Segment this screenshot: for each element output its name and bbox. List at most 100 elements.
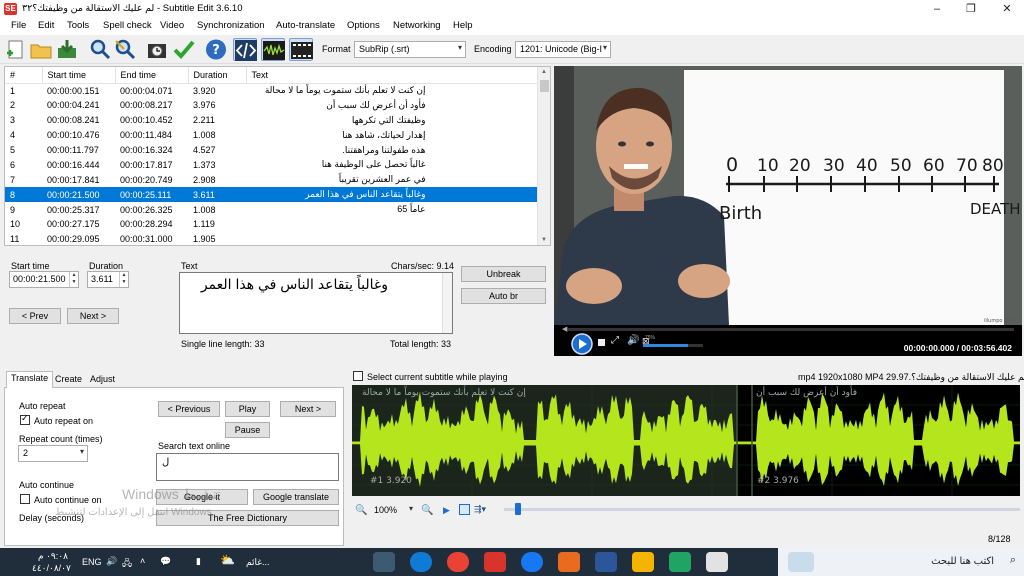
fullscreen-icon[interactable]: ⤢	[611, 335, 619, 346]
taskbar-app-icon[interactable]	[373, 552, 395, 572]
zoom-out-icon[interactable]: 🔍	[355, 505, 367, 516]
save-icon[interactable]	[55, 38, 79, 61]
battery-icon[interactable]: ▮	[196, 556, 201, 567]
menu-synchronization[interactable]: Synchronization	[197, 20, 265, 31]
column-text[interactable]: Text	[246, 67, 538, 84]
file-explorer-icon[interactable]	[632, 552, 654, 572]
grid-scrollbar-thumb[interactable]	[540, 80, 549, 92]
grid-view-icon[interactable]	[459, 504, 470, 515]
zoom-select[interactable]: 100% ▾	[370, 503, 416, 520]
taskbar-app-icon[interactable]	[706, 552, 728, 572]
table-row[interactable]: 3 00:00:08.241 00:00:10.452 2.211 وظيفتك الت…	[5, 113, 538, 128]
next-subtitle-button[interactable]: Next >	[280, 401, 336, 417]
subtitle-edit-taskbar-icon[interactable]	[484, 552, 506, 572]
next-button[interactable]: Next >	[67, 308, 119, 324]
stop-icon[interactable]	[598, 339, 605, 346]
column-start-time[interactable]: Start time	[42, 67, 116, 84]
taskbar-app-icon[interactable]	[521, 552, 543, 572]
format-select[interactable]: SubRip (.srt) ▾	[354, 41, 466, 58]
new-file-icon[interactable]	[4, 38, 28, 61]
menu-networking[interactable]: Networking	[393, 20, 441, 31]
video-toggle-icon[interactable]	[289, 38, 313, 61]
speaker-icon[interactable]: 🔊	[106, 556, 117, 567]
menu-file[interactable]: File	[11, 20, 26, 31]
scroll-mode-icon[interactable]: ⇶▾	[474, 504, 486, 515]
taskbar-app-icon[interactable]	[558, 552, 580, 572]
subtitle-text-editor[interactable]: وغالباً يتقاعد الناس في هذا العمر	[179, 272, 453, 334]
find-icon[interactable]	[88, 38, 112, 61]
volume-icon[interactable]: 🔊	[627, 335, 639, 346]
grid-scrollbar[interactable]: ▲ ▼	[537, 67, 550, 245]
menu-help[interactable]: Help	[453, 20, 473, 31]
tab-create[interactable]: Create	[51, 373, 86, 387]
maximize-button[interactable]: ❐	[954, 0, 988, 18]
weather-text[interactable]: غائم...	[246, 557, 269, 568]
notification-icon[interactable]: 💬	[160, 556, 171, 567]
help-icon[interactable]: ?	[204, 38, 228, 61]
open-folder-icon[interactable]	[29, 38, 53, 61]
visual-sync-icon[interactable]	[146, 38, 170, 61]
auto-break-button[interactable]: Auto br	[461, 288, 546, 304]
select-current-checkbox[interactable]	[353, 371, 363, 381]
encoding-select[interactable]: 1201: Unicode (Big-I ▾	[515, 41, 611, 58]
subtitle-grid[interactable]: # Start time End time Duration Text 1 00:…	[4, 66, 551, 246]
video-progress-bar[interactable]	[568, 328, 1014, 331]
spin-updown-icon[interactable]: ▲ ▼	[69, 272, 78, 287]
repeat-count-select[interactable]: 2 ▾	[18, 445, 88, 462]
play-icon[interactable]	[571, 333, 593, 355]
weather-icon[interactable]: ⛅	[220, 553, 235, 567]
tab-adjust[interactable]: Adjust	[86, 373, 119, 387]
menu-spell-check[interactable]: Spell check	[103, 20, 152, 31]
column-number[interactable]: #	[5, 67, 43, 84]
menu-auto-translate[interactable]: Auto-translate	[276, 20, 335, 31]
play-selection-icon[interactable]: ▶	[443, 505, 450, 516]
table-row[interactable]: 8 00:00:21.500 00:00:25.111 3.611 وغالباً يت…	[5, 187, 538, 203]
source-view-icon[interactable]	[233, 38, 257, 61]
video-player[interactable]: 0 10 20 30 40 50 60 70 80 Birth DEATH il…	[554, 66, 1022, 356]
word-icon[interactable]	[595, 552, 617, 572]
table-row[interactable]: 2 00:00:04.241 00:00:08.217 3.976 فأود أن أع…	[5, 98, 538, 113]
table-row[interactable]: 10 00:00:27.175 00:00:28.294 1.119	[5, 217, 538, 232]
play-button[interactable]: Play	[225, 401, 270, 417]
waveform[interactable]: إن كنت لا تعلم بأنك ستموت يوماً ما لا مح…	[352, 385, 1020, 496]
google-translate-button[interactable]: Google translate	[253, 489, 339, 505]
spin-updown-icon[interactable]: ▲ ▼	[119, 272, 128, 287]
language-indicator[interactable]: ENG	[82, 557, 102, 567]
previous-button[interactable]: < Previous	[158, 401, 220, 417]
network-icon[interactable]: 🖧	[122, 556, 132, 572]
waveform-toggle-icon[interactable]	[261, 38, 285, 61]
menu-tools[interactable]: Tools	[67, 20, 89, 31]
spell-check-icon[interactable]	[172, 38, 196, 61]
editor-scrollbar[interactable]	[442, 273, 452, 333]
replace-icon[interactable]	[113, 38, 137, 61]
auto-continue-checkbox[interactable]	[20, 494, 30, 504]
zoom-in-icon[interactable]: 🔍	[421, 505, 433, 516]
auto-repeat-checkbox[interactable]: ✓	[20, 413, 30, 425]
prev-button[interactable]: < Prev	[9, 308, 61, 324]
menu-video[interactable]: Video	[160, 20, 184, 31]
table-row[interactable]: 1 00:00:00.151 00:00:04.071 3.920 إن كنت لا …	[5, 83, 538, 98]
table-row[interactable]: 9 00:00:25.317 00:00:26.325 1.008 عاماً 65	[5, 202, 538, 217]
table-row[interactable]: 5 00:00:11.797 00:00:16.324 4.527 هذه طفولتن…	[5, 143, 538, 158]
pause-button[interactable]: Pause	[225, 422, 270, 438]
close-button[interactable]: ✕	[990, 0, 1024, 18]
scroll-up-icon[interactable]: ▲	[541, 69, 547, 75]
menu-edit[interactable]: Edit	[38, 20, 54, 31]
edge-icon[interactable]	[410, 552, 432, 572]
search-text-input[interactable]: ل	[156, 453, 339, 481]
chrome-icon[interactable]	[447, 552, 469, 572]
minimize-button[interactable]: –	[920, 0, 954, 18]
taskbar-search-box[interactable]: اكتب هنا للبحث ⌕	[778, 548, 1024, 576]
chevron-up-icon[interactable]: ˄	[140, 556, 145, 566]
scroll-down-icon[interactable]: ▼	[541, 237, 547, 243]
tab-translate[interactable]: Translate	[6, 371, 54, 388]
table-row[interactable]: 11 00:00:29.095 00:00:31.000 1.905	[5, 232, 538, 245]
menu-options[interactable]: Options	[347, 20, 380, 31]
waveform-position-slider[interactable]	[504, 508, 1020, 511]
unbreak-button[interactable]: Unbreak	[461, 266, 546, 282]
volume-slider[interactable]	[643, 344, 703, 347]
waveform-position-thumb[interactable]	[515, 503, 521, 515]
table-row[interactable]: 6 00:00:16.444 00:00:17.817 1.373 غالباً تحص…	[5, 157, 538, 172]
column-end-time[interactable]: End time	[115, 67, 189, 84]
table-row[interactable]: 4 00:00:10.476 00:00:11.484 1.008 إهدار لحيا…	[5, 128, 538, 143]
